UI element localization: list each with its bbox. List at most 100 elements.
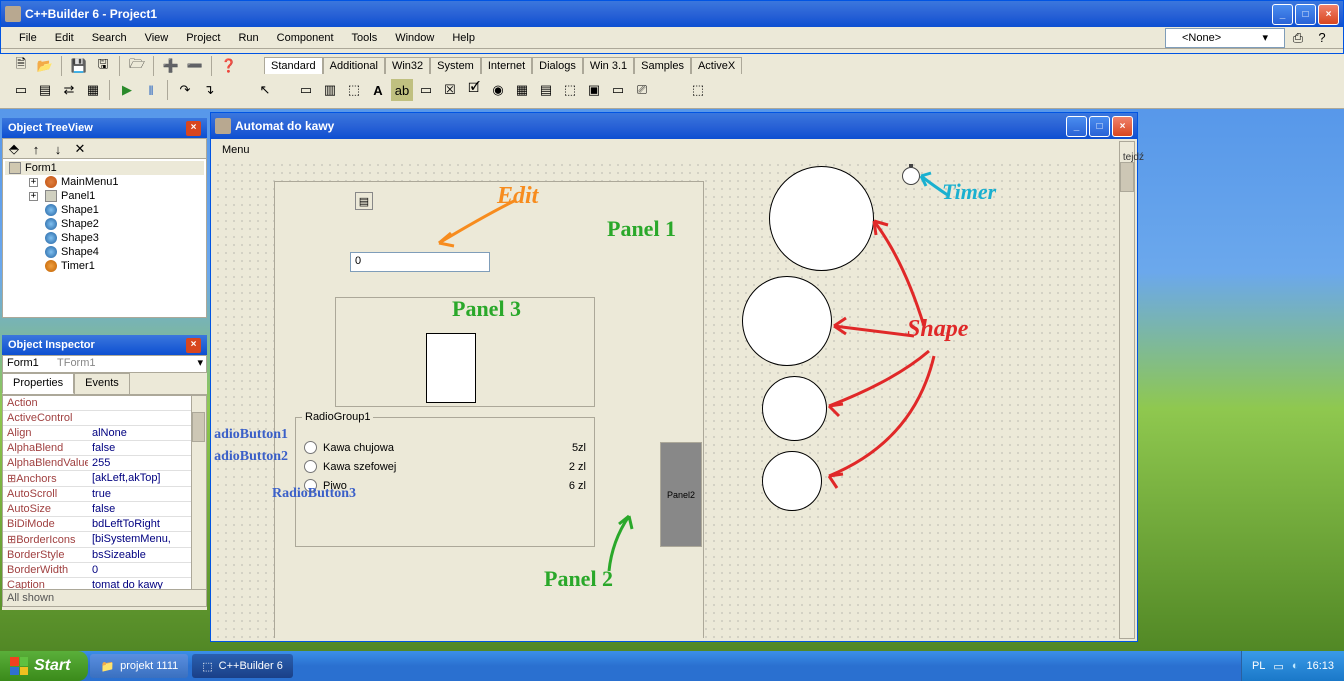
help-icon[interactable]: ❓ (218, 55, 240, 77)
component-combobox-icon[interactable]: ▦ (511, 79, 533, 101)
tray-lang[interactable]: PL (1252, 660, 1265, 672)
prop-name[interactable]: ActiveControl (3, 411, 88, 426)
expand-icon[interactable]: + (29, 178, 38, 187)
prop-name[interactable]: Action (3, 396, 88, 411)
remove-file-icon[interactable]: ➖ (184, 55, 206, 77)
panel1[interactable]: ▤ 0 RadioGroup1 Kawa chujowa 5zl Kawa sz… (274, 181, 704, 638)
dropdown-icon[interactable]: ▾ (194, 356, 206, 372)
prop-name[interactable]: BorderStyle (3, 548, 88, 563)
tab-events[interactable]: Events (74, 373, 130, 394)
component-groupbox-icon[interactable]: ⬚ (559, 79, 581, 101)
taskbar-item-cppbuilder[interactable]: ⬚C++Builder 6 (192, 654, 293, 678)
tab-activex[interactable]: ActiveX (691, 57, 742, 74)
tree-item-form1[interactable]: Form1 (5, 161, 204, 175)
taskbar-item-projekt[interactable]: 📁projekt 1111 (90, 654, 188, 678)
component-popupmenu-icon[interactable]: ▥ (319, 79, 341, 101)
step-over-icon[interactable]: ↷ (174, 79, 196, 101)
component-extra-icon[interactable]: ⬚ (687, 79, 709, 101)
scrollbar[interactable] (191, 396, 206, 589)
menu-window[interactable]: Window (387, 30, 442, 46)
view-unit-icon[interactable]: ▤ (34, 79, 56, 101)
tray-icon[interactable]: ▭ (1273, 660, 1283, 673)
component-memo-icon[interactable]: ab (391, 79, 413, 101)
menu-file[interactable]: File (11, 30, 45, 46)
pause-icon[interactable]: ‖ (140, 79, 162, 101)
prop-name[interactable]: AutoScroll (3, 487, 88, 502)
menu-search[interactable]: Search (84, 30, 135, 46)
inspector-object-name[interactable]: Form1 (3, 356, 53, 372)
tree-up2-icon[interactable]: ↑ (27, 141, 45, 157)
new-form-icon[interactable]: ▦ (82, 79, 104, 101)
toolbar-icon[interactable]: ⎙ (1287, 27, 1309, 49)
toggle-icon[interactable]: ⇄ (58, 79, 80, 101)
treeview-title[interactable]: Object TreeView × (2, 118, 207, 138)
menu-view[interactable]: View (137, 30, 177, 46)
view-form-icon[interactable]: ▭ (10, 79, 32, 101)
prop-value[interactable]: false (88, 502, 206, 517)
maximize-button[interactable]: □ (1089, 116, 1110, 137)
scroll-thumb[interactable] (1120, 162, 1134, 192)
prop-value[interactable]: true (88, 487, 206, 502)
tree-item-panel1[interactable]: +Panel1 (25, 189, 204, 203)
designer-titlebar[interactable]: Automat do kawy _ □ × (211, 113, 1137, 139)
prop-value[interactable]: [biSystemMenu, (88, 532, 206, 548)
menu-component[interactable]: Component (269, 30, 342, 46)
prop-name[interactable]: AlphaBlend (3, 441, 88, 456)
tab-additional[interactable]: Additional (323, 57, 385, 74)
tab-properties[interactable]: Properties (2, 373, 74, 394)
component-panel-icon[interactable]: ▭ (607, 79, 629, 101)
vertical-scrollbar[interactable] (1119, 141, 1135, 639)
add-file-icon[interactable]: ➕ (160, 55, 182, 77)
tab-win32[interactable]: Win32 (385, 57, 430, 74)
open-project-icon[interactable]: 🗁 (126, 55, 148, 77)
component-listbox-icon[interactable]: ◉ (487, 79, 509, 101)
prop-value[interactable]: bdLeftToRight (88, 517, 206, 532)
menu-help[interactable]: Help (444, 30, 483, 46)
menu-project[interactable]: Project (178, 30, 228, 46)
tab-samples[interactable]: Samples (634, 57, 691, 74)
tree-item-timer1[interactable]: Timer1 (25, 259, 204, 273)
shape-rect[interactable] (426, 333, 476, 403)
prop-name[interactable]: Align (3, 426, 88, 441)
edit1[interactable]: 0 (350, 252, 490, 272)
component-radio-icon[interactable]: 🗹 (463, 79, 485, 101)
menu-tools[interactable]: Tools (344, 30, 386, 46)
shape3[interactable] (762, 376, 827, 441)
radiobutton3[interactable] (304, 479, 317, 492)
tray-clock[interactable]: 16:13 (1306, 660, 1334, 672)
open-icon[interactable]: 📂 (34, 55, 56, 77)
tree-item-shape2[interactable]: Shape2 (25, 217, 204, 231)
expand-icon[interactable]: + (29, 192, 38, 201)
radiogroup1[interactable]: RadioGroup1 Kawa chujowa 5zl Kawa szefow… (295, 417, 595, 547)
component-actionlist-icon[interactable]: ⎚ (631, 79, 653, 101)
prop-name[interactable]: BorderWidth (3, 563, 88, 578)
project-combo[interactable]: <None>▾ (1165, 28, 1285, 48)
tree-down-icon[interactable]: ↓ (49, 141, 67, 157)
tree-del-icon[interactable]: ✕ (71, 141, 89, 157)
shape1[interactable] (769, 166, 874, 271)
tree-up-icon[interactable]: ⬘ (5, 141, 23, 157)
maximize-button[interactable]: □ (1295, 4, 1316, 25)
inspector-title[interactable]: Object Inspector × (2, 335, 207, 355)
tab-internet[interactable]: Internet (481, 57, 532, 74)
tree-item-shape1[interactable]: Shape1 (25, 203, 204, 217)
prop-name[interactable]: Caption (3, 578, 88, 590)
tab-system[interactable]: System (430, 57, 481, 74)
prop-value[interactable] (88, 411, 206, 426)
shape2[interactable] (742, 276, 832, 366)
menu-edit[interactable]: Edit (47, 30, 82, 46)
radiobutton1[interactable] (304, 441, 317, 454)
component-scrollbar-icon[interactable]: ▤ (535, 79, 557, 101)
component-label-icon[interactable]: ⬚ (343, 79, 365, 101)
tab-win31[interactable]: Win 3.1 (583, 57, 634, 74)
save-all-icon[interactable]: 🖫 (92, 55, 114, 77)
component-button-icon[interactable]: ▭ (415, 79, 437, 101)
menu-run[interactable]: Run (230, 30, 266, 46)
prop-value[interactable]: alNone (88, 426, 206, 441)
scroll-thumb[interactable] (192, 412, 205, 442)
component-radiogroup-icon[interactable]: ▣ (583, 79, 605, 101)
prop-value[interactable]: 0 (88, 563, 206, 578)
step-into-icon[interactable]: ↴ (198, 79, 220, 101)
component-edit-icon[interactable]: A (367, 79, 389, 101)
prop-name[interactable]: ⊞Anchors (3, 471, 88, 487)
